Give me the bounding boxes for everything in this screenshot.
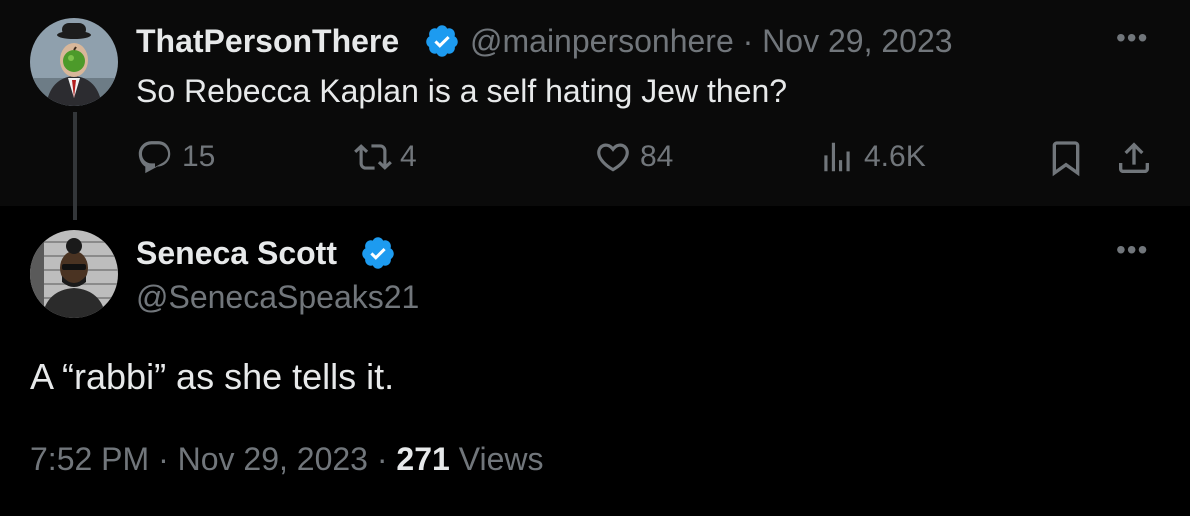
separator: · <box>742 23 754 59</box>
avatar-seneca-scott[interactable] <box>30 230 118 318</box>
tweet-time[interactable]: 7:52 PM <box>30 441 149 477</box>
handle[interactable]: @mainpersonhere <box>470 23 734 59</box>
tweet-text: So Rebecca Kaplan is a self hating Jew t… <box>136 73 788 109</box>
views-count: 271 <box>396 441 450 477</box>
tweet-meta: 7:52 PM · Nov 29, 2023 · 271 Views <box>30 440 543 478</box>
tweet-date[interactable]: Nov 29, 2023 <box>178 441 368 477</box>
reply-button[interactable]: 15 <box>136 138 215 176</box>
verified-badge-icon <box>426 25 458 57</box>
retweet-count: 4 <box>400 140 417 173</box>
parent-tweet[interactable]: ThatPersonThere @mainpersonhere · Nov 29… <box>0 0 1190 206</box>
tweet-date[interactable]: Nov 29, 2023 <box>762 23 952 59</box>
share-button[interactable] <box>1114 138 1154 178</box>
tweet-actions: 15 4 84 4.6K <box>0 138 1190 180</box>
thread-connector-line <box>73 112 77 220</box>
retweet-button[interactable]: 4 <box>354 138 417 176</box>
bookmark-button[interactable] <box>1046 138 1086 178</box>
retweet-icon <box>354 144 392 170</box>
reply-count: 15 <box>182 140 216 173</box>
like-icon <box>597 143 629 172</box>
like-count: 84 <box>640 140 674 173</box>
main-tweet-text: A “rabbi” as she tells it. <box>30 356 395 397</box>
avatar-thatpersonthere[interactable] <box>30 18 118 106</box>
more-icon[interactable]: ••• <box>1116 24 1148 52</box>
like-button[interactable]: 84 <box>594 138 673 176</box>
reply-icon <box>138 141 171 174</box>
share-icon <box>1119 142 1149 173</box>
display-name[interactable]: ThatPersonThere <box>136 22 399 60</box>
display-name-main[interactable]: Seneca Scott <box>136 234 337 272</box>
views-icon <box>824 142 850 172</box>
views-count: 4.6K <box>864 140 926 173</box>
separator: · <box>376 441 388 477</box>
bookmark-icon <box>1052 141 1080 177</box>
handle-and-date[interactable]: @mainpersonhere · Nov 29, 2023 <box>470 22 953 60</box>
more-icon[interactable]: ••• <box>1116 236 1148 264</box>
views-button[interactable]: 4.6K <box>818 138 926 176</box>
views-label: Views <box>458 441 544 477</box>
verified-badge-icon <box>362 237 394 269</box>
handle-main[interactable]: @SenecaSpeaks21 <box>136 278 419 316</box>
separator: · <box>158 441 169 477</box>
